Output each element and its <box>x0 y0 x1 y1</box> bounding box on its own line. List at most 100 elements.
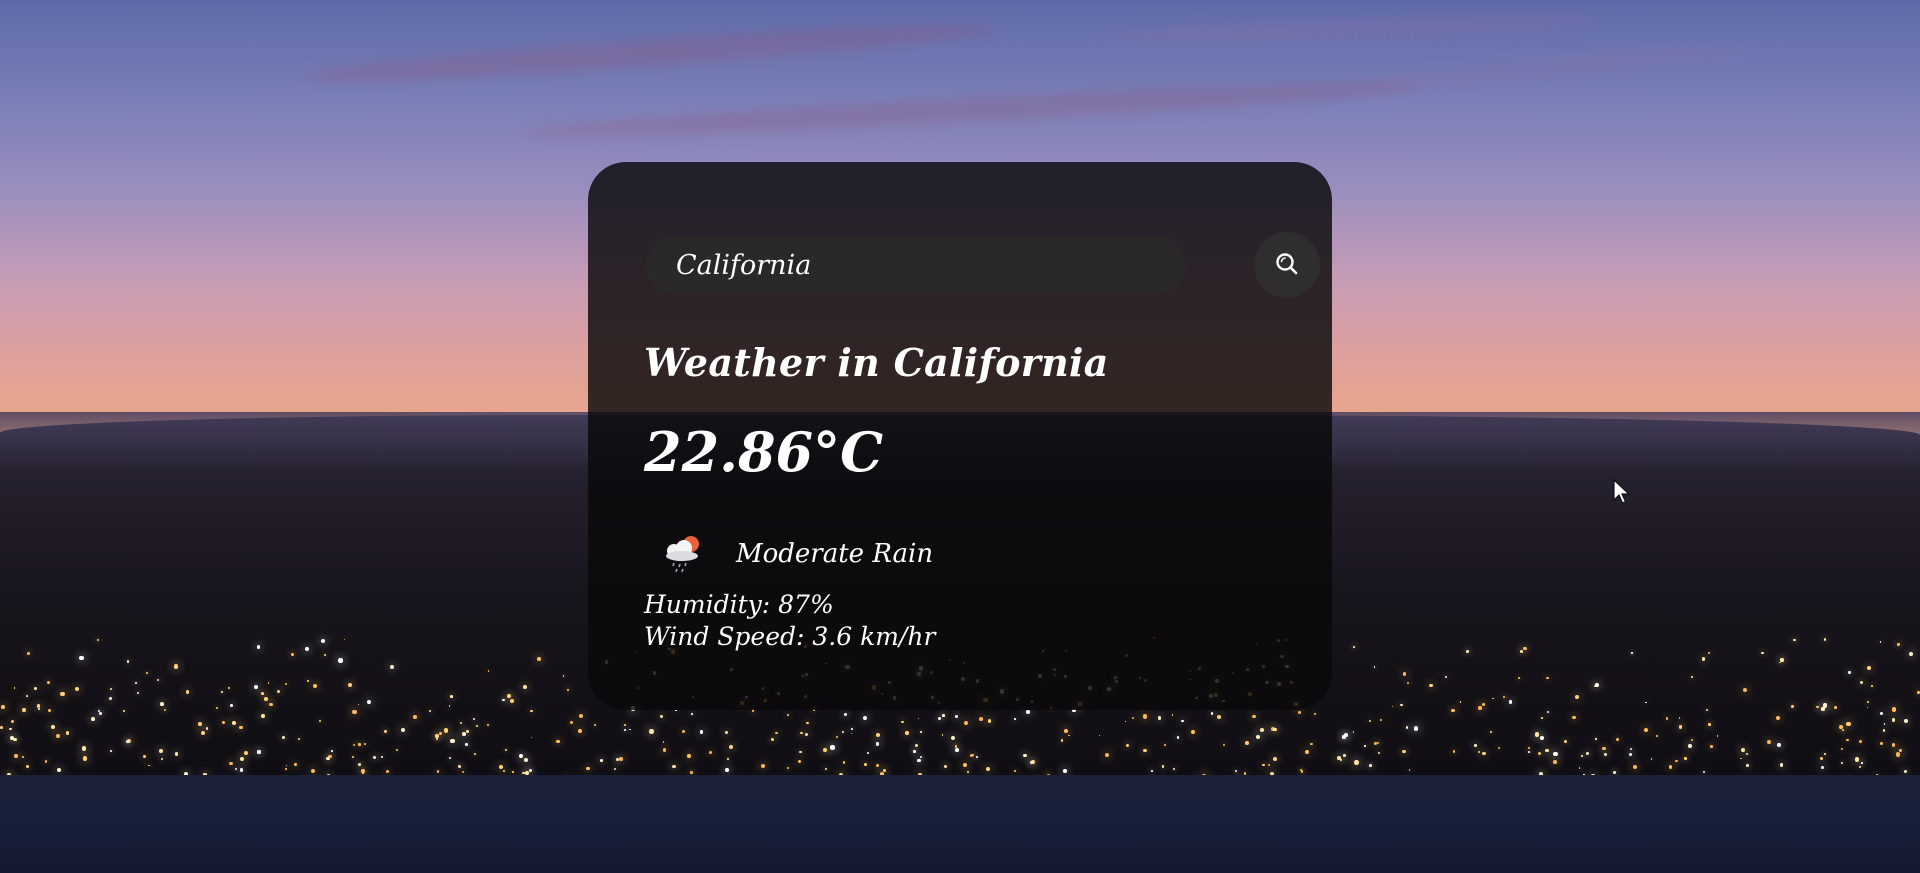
city-light <box>1766 740 1771 744</box>
city-light <box>1176 736 1180 739</box>
city-light <box>1535 732 1540 737</box>
city-light <box>1256 735 1261 740</box>
city-light <box>148 764 150 767</box>
city-light <box>1879 640 1882 643</box>
city-light <box>205 726 209 730</box>
city-light <box>56 734 61 738</box>
condition-description: Moderate Rain <box>736 539 934 569</box>
city-light <box>875 733 881 738</box>
city-light <box>866 751 870 755</box>
city-light <box>724 730 729 734</box>
city-light <box>1429 683 1433 688</box>
city-light <box>109 696 112 700</box>
city-light <box>358 762 362 766</box>
city-light <box>1574 694 1579 700</box>
city-light <box>1779 762 1784 767</box>
city-light <box>1780 658 1784 662</box>
city-light <box>60 691 65 697</box>
city-light <box>917 759 921 763</box>
city-light <box>804 732 809 737</box>
city-light <box>13 753 18 758</box>
city-light <box>1586 752 1590 756</box>
city-light <box>323 654 326 657</box>
city-light <box>1740 757 1742 760</box>
city-light <box>1497 747 1500 750</box>
city-light <box>787 767 790 770</box>
city-light <box>460 722 462 724</box>
city-light <box>1030 761 1033 764</box>
city-light <box>1466 650 1470 654</box>
city-light <box>413 715 417 719</box>
city-light <box>436 770 440 773</box>
city-light <box>1823 638 1827 641</box>
city-light <box>160 702 164 707</box>
city-light <box>1352 646 1355 648</box>
city-light <box>46 680 51 685</box>
city-light <box>231 721 237 726</box>
search-input[interactable] <box>646 236 1186 294</box>
city-light <box>919 755 923 759</box>
city-light <box>1631 652 1633 655</box>
city-light <box>876 763 880 768</box>
city-light <box>1645 701 1648 704</box>
city-light <box>25 764 29 768</box>
city-light <box>629 728 632 731</box>
city-light <box>1707 652 1711 655</box>
city-light <box>586 767 590 771</box>
city-light <box>338 658 343 663</box>
city-light <box>841 730 844 733</box>
city-light <box>26 652 30 655</box>
city-light <box>465 729 470 733</box>
city-light <box>503 769 505 772</box>
city-light <box>1064 729 1068 733</box>
city-light <box>1791 705 1794 708</box>
city-light <box>1841 761 1844 764</box>
city-light <box>506 693 511 698</box>
city-light <box>57 767 62 772</box>
city-light <box>530 736 533 739</box>
city-light <box>1879 711 1884 716</box>
city-light <box>842 760 846 764</box>
city-light <box>13 687 16 689</box>
city-light <box>512 771 514 773</box>
city-light <box>938 716 942 720</box>
city-light <box>862 715 867 720</box>
search-button[interactable] <box>1254 232 1320 298</box>
city-light <box>1650 758 1653 760</box>
city-light <box>1172 768 1175 771</box>
city-light <box>613 767 616 770</box>
city-light <box>1745 763 1750 767</box>
city-light <box>1644 727 1649 732</box>
city-light <box>173 664 178 669</box>
city-light <box>1846 721 1851 727</box>
magnifier-icon <box>1274 251 1300 280</box>
city-light <box>352 709 357 715</box>
city-light <box>1125 744 1129 748</box>
city-light <box>25 695 28 698</box>
city-light <box>318 719 322 722</box>
city-light <box>380 755 383 758</box>
city-light <box>978 717 983 722</box>
city-light <box>1104 752 1110 758</box>
city-light <box>1402 749 1406 753</box>
city-light <box>472 717 475 721</box>
city-light <box>523 685 528 690</box>
city-light <box>1563 739 1567 743</box>
city-light <box>913 750 916 753</box>
city-light <box>915 743 919 747</box>
city-light <box>1354 760 1359 765</box>
city-light <box>450 695 454 698</box>
city-light <box>917 717 920 720</box>
city-light <box>1595 738 1597 740</box>
city-light <box>1538 751 1541 755</box>
city-light <box>672 764 676 769</box>
city-light <box>51 725 56 730</box>
city-light <box>1068 734 1071 737</box>
city-light <box>1459 701 1462 703</box>
wind-speed-text: Wind Speed: 3.6 km/hr <box>644 622 936 651</box>
city-light <box>158 749 163 754</box>
city-light <box>954 745 958 748</box>
city-light <box>875 742 880 746</box>
city-light <box>357 703 360 706</box>
city-light <box>136 691 139 694</box>
